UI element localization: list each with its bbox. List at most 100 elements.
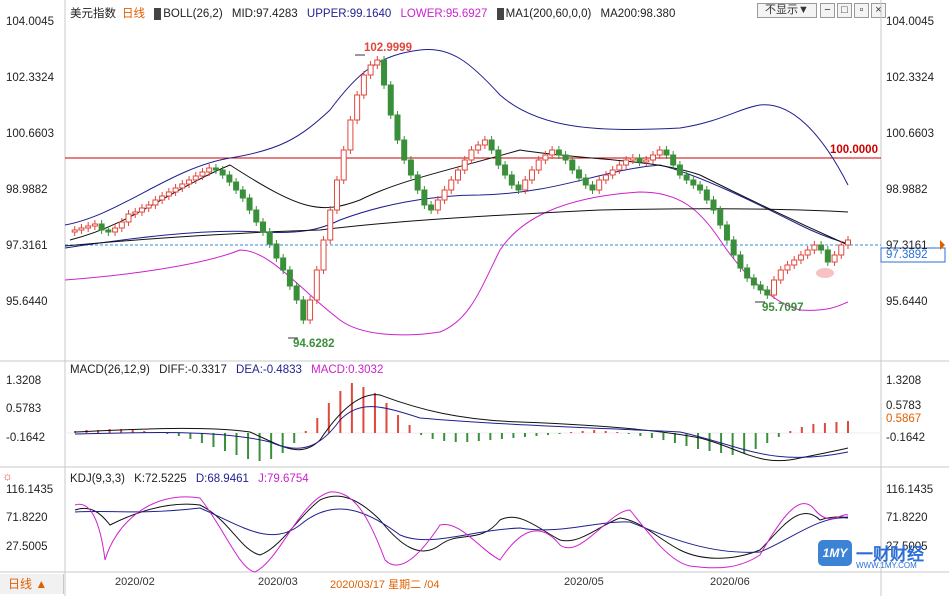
candle-body: [374, 59, 381, 66]
candle-body: [791, 259, 798, 266]
candle-body: [401, 139, 408, 161]
candle-body: [455, 169, 461, 181]
macd-tick-right-1: 0.5783: [886, 400, 922, 412]
candlestick-series: [71, 56, 851, 324]
candle-body: [797, 254, 804, 261]
kdj-tick-right-0: 116.1435: [886, 484, 934, 496]
candle-body: [428, 204, 435, 211]
candle-body: [293, 285, 300, 301]
candle-body: [112, 227, 119, 233]
candle-body: [461, 159, 468, 171]
candle-body: [407, 159, 414, 176]
candle-body: [307, 299, 314, 321]
candle-body: [650, 154, 656, 161]
candle-body: [159, 195, 166, 201]
kdj-legend: KDJ(9,3,3) K:72.5225 D:68.9461 J:79.6754: [70, 473, 315, 485]
candle-body: [360, 74, 367, 96]
candle-body: [522, 179, 529, 191]
date-label-feb: 2020/02: [115, 576, 155, 588]
watermark-logo: 1MY: [818, 540, 852, 566]
candle-body: [387, 84, 394, 116]
candle-body: [737, 254, 744, 269]
chart-canvas[interactable]: [0, 0, 949, 596]
candle-body: [576, 169, 583, 179]
candle-body: [717, 209, 724, 226]
watermark-url: WWW.1MY.COM: [856, 561, 917, 570]
candle-body: [818, 244, 825, 251]
candle-body: [347, 119, 354, 151]
candle-body: [253, 209, 260, 223]
macd-tick-right-0: 1.3208: [886, 375, 922, 387]
candle-body: [670, 154, 677, 166]
candle-body: [340, 149, 347, 181]
candle-body: [367, 64, 374, 76]
candle-body: [71, 229, 78, 233]
candle-body: [381, 59, 388, 86]
period-button[interactable]: 日线 ▲: [0, 574, 64, 594]
candle-body: [676, 164, 683, 176]
price-tick-right-1: 102.3324: [886, 72, 934, 84]
candle-body: [757, 284, 764, 291]
candle-body: [555, 149, 562, 156]
kdj-tick-right-1: 71.8220: [886, 512, 928, 524]
macd-dea: DEA:-0.4833: [236, 364, 302, 376]
candle-body: [199, 171, 206, 177]
candle-body: [582, 177, 589, 186]
price-tick-right-3: 98.9882: [886, 184, 928, 196]
candle-body: [441, 189, 448, 201]
candle-body: [481, 139, 488, 146]
candle-body: [515, 184, 522, 191]
candle-body: [569, 159, 576, 171]
candle-body: [475, 144, 482, 151]
high-price-label: 102.9999: [364, 42, 412, 54]
macd-current-label: 0.5867: [886, 413, 922, 425]
candle-body: [750, 277, 757, 286]
candle-body: [609, 169, 616, 176]
candle-body: [535, 159, 542, 171]
candle-body: [723, 224, 730, 241]
candle-body: [85, 225, 92, 229]
candle-body: [824, 249, 831, 263]
candle-body: [212, 167, 219, 171]
date-label-may: 2020/05: [564, 576, 604, 588]
candle-body: [206, 167, 213, 173]
candle-body: [831, 254, 838, 263]
date-label-mar: 2020/03: [258, 576, 298, 588]
candle-body: [91, 223, 98, 227]
level-line-label: 100.0000: [830, 144, 878, 156]
date-label-jun: 2020/06: [710, 576, 750, 588]
price-tick-right-0: 104.0045: [886, 16, 934, 28]
price-tick-4: 97.3161: [6, 240, 48, 252]
candle-body: [683, 174, 690, 181]
macd-tick-0: 1.3208: [6, 375, 42, 387]
kdj-d: D:68.9461: [195, 473, 249, 485]
candle-body: [596, 179, 603, 191]
candle-body: [744, 267, 751, 279]
candle-body: [313, 269, 320, 301]
price-tick-1: 102.3324: [6, 72, 54, 84]
secondary-low-label: 95.7097: [762, 302, 804, 314]
price-tick-3: 98.9882: [6, 184, 48, 196]
candle-body: [710, 199, 717, 211]
price-tick-5: 95.6440: [6, 296, 48, 308]
macd-name[interactable]: MACD(26,12,9): [70, 364, 150, 376]
candle-body: [300, 299, 307, 321]
candle-body: [226, 174, 233, 183]
macd-tick-1: 0.5783: [6, 403, 42, 415]
settings-gear-icon[interactable]: ☼: [2, 469, 13, 483]
candle-body: [125, 213, 132, 223]
candle-body: [172, 187, 179, 193]
candle-body: [132, 211, 139, 215]
candle-body: [219, 169, 226, 176]
price-tick-right-5: 95.6440: [886, 296, 928, 308]
kdj-name[interactable]: KDJ(9,3,3): [70, 473, 125, 485]
candle-body: [549, 149, 556, 156]
candle-body: [495, 149, 502, 166]
candle-body: [327, 209, 334, 241]
candle-body: [192, 175, 199, 181]
candle-body: [656, 149, 663, 156]
candle-body: [623, 159, 630, 166]
candle-body: [845, 239, 851, 246]
candle-body: [260, 221, 266, 233]
candle-body: [138, 207, 145, 213]
